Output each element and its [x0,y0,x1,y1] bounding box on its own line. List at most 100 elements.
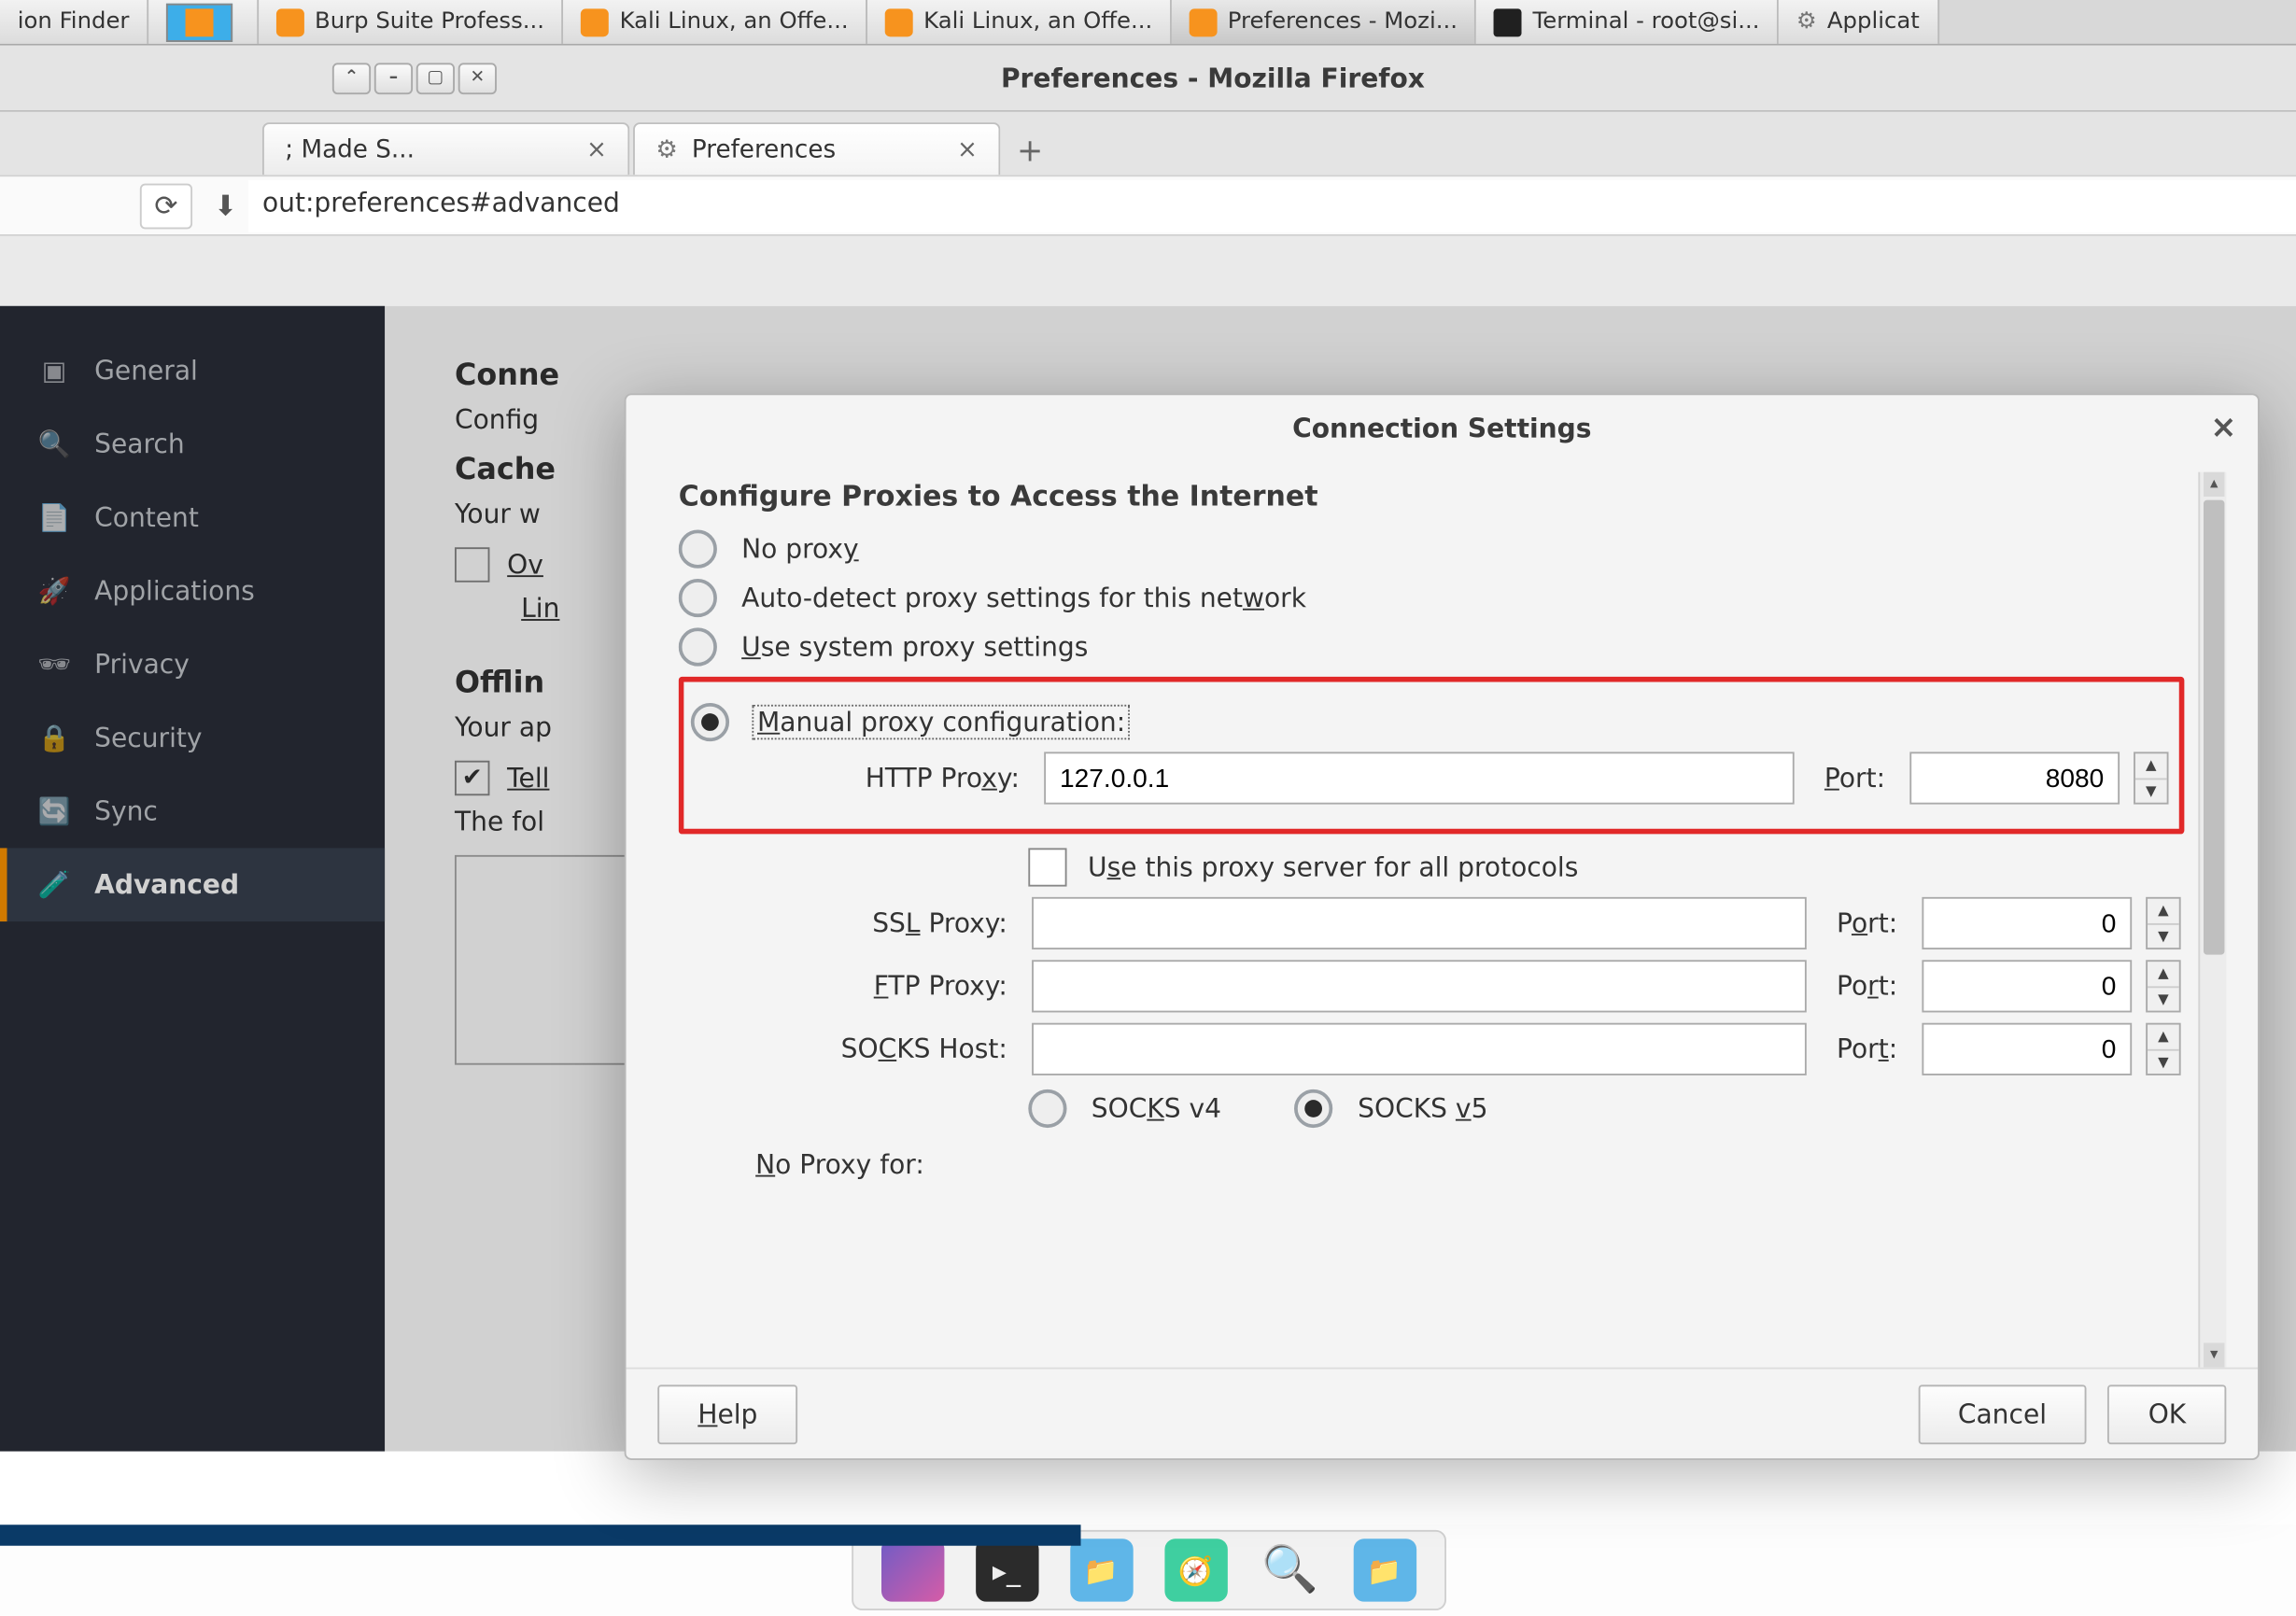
dock-item-browser[interactable]: 🧭 [1163,1539,1226,1601]
chevron-down-icon: ▼ [2148,987,2179,1010]
window-close-button[interactable]: ✕ [458,62,497,93]
no-proxy-for-label: No Proxy for: [755,1149,2184,1181]
reload-button[interactable]: ⟳ [140,183,192,229]
ssl-proxy-input[interactable] [1032,897,1807,949]
button-label: Cancel [1958,1398,2047,1429]
tab-label: Preferences [692,135,836,163]
connection-settings-dialog: Connection Settings × Configure Proxies … [625,393,2260,1460]
close-icon[interactable]: × [586,135,607,163]
plus-icon: + [1017,132,1043,168]
blue-strip [0,1525,1081,1545]
dock-item-files1[interactable]: 📁 [1069,1539,1132,1601]
sidebar-item-search[interactable]: 🔍Search [0,407,385,481]
sidebar-item-privacy[interactable]: 🕶Privacy [0,627,385,701]
radio-label: No proxy [741,533,859,565]
radio-socks5[interactable] [1295,1089,1333,1128]
ftp-port-spinner[interactable]: ▲▼ [2146,960,2180,1012]
taskbar-label: ion Finder [18,8,130,35]
taskbar-label: Kali Linux, an Offe... [620,8,849,35]
scroll-up-icon[interactable]: ▴ [2204,472,2224,497]
scroll-down-icon[interactable]: ▾ [2204,1342,2224,1367]
use-for-all-row[interactable]: Use this proxy server for all protocols [1028,848,2184,886]
ftp-port-label: Port: [1821,971,1909,1003]
taskbar-item-preferences[interactable]: Preferences - Mozi... [1172,0,1477,44]
firefox-icon [581,7,609,35]
taskbar-label: Applicat [1827,8,1920,35]
ftp-port-input[interactable] [1922,960,2132,1012]
sidebar-item-security[interactable]: 🔒Security [0,701,385,775]
sidebar-item-content[interactable]: 📄Content [0,481,385,555]
window-titlebar: ⌃ – ▢ ✕ Preferences - Mozilla Firefox [0,46,2296,112]
override-checkbox[interactable] [455,547,489,582]
http-port-spinner[interactable]: ▲▼ [2134,752,2168,804]
taskbar-item-applications[interactable]: ⚙Applicat [1779,0,1938,44]
dock-item-launcher[interactable] [880,1539,943,1601]
radio-no-proxy[interactable]: No proxy [679,530,2185,569]
sidebar-item-label: Content [94,502,199,534]
dialog-footer: Help Cancel OK [627,1368,2259,1458]
chevron-up-icon: ▲ [2148,899,2179,924]
browser-tab-made[interactable]: ; Made S... × [262,122,629,175]
socks-port-input[interactable] [1922,1023,2132,1075]
use-for-all-checkbox[interactable] [1028,848,1066,886]
general-icon: ▣ [38,355,70,386]
ssl-port-spinner[interactable]: ▲▼ [2146,897,2180,949]
tab-label: ; Made S... [285,135,415,163]
sidebar-item-applications[interactable]: 🚀Applications [0,555,385,628]
tell-checkbox[interactable]: ✔ [455,761,489,795]
downloads-icon[interactable]: ⬇ [203,189,248,222]
close-icon[interactable]: × [957,135,978,163]
radio-label: Auto-detect proxy settings for this netw… [741,583,1306,614]
dock-item-terminal[interactable]: ▸_ [975,1539,1037,1601]
radio-system-proxy[interactable]: Use system proxy settings [679,627,2185,666]
ssl-port-input[interactable] [1922,897,2132,949]
override-label: Ov [507,549,543,581]
applications-icon: 🚀 [38,575,70,607]
http-proxy-input[interactable] [1044,752,1795,804]
taskbar-item-kali1[interactable]: Kali Linux, an Offe... [564,0,868,44]
taskbar-thumbnail[interactable] [148,0,259,44]
browser-tab-preferences[interactable]: ⚙ Preferences × [633,122,1000,175]
window-minimize-button[interactable]: – [374,62,413,93]
socks-port-label: Port: [1821,1033,1909,1065]
window-up-button[interactable]: ⌃ [332,62,371,93]
ftp-proxy-label: FTP Proxy: [755,971,1018,1003]
taskbar-item-burp[interactable]: Burp Suite Profess... [259,0,564,44]
cancel-button[interactable]: Cancel [1918,1384,2087,1443]
chevron-down-icon: ▼ [2135,779,2167,802]
privacy-icon: 🕶 [38,649,70,681]
window-title: Preferences - Mozilla Firefox [497,62,2296,93]
firefox-icon [885,7,913,35]
taskbar-item-kali2[interactable]: Kali Linux, an Offe... [867,0,1172,44]
dock-item-search[interactable]: 🔍 [1259,1539,1321,1601]
socks-host-input[interactable] [1032,1023,1807,1075]
dialog-scrollbar[interactable]: ▴ ▾ [2198,472,2226,1368]
chevron-up-icon: ▲ [2148,962,2179,987]
taskbar-item-finder[interactable]: ion Finder [0,0,148,44]
dock-item-files2[interactable]: 📁 [1353,1539,1416,1601]
new-tab-button[interactable]: + [1004,126,1056,175]
sidebar-item-advanced[interactable]: 🧪Advanced [0,848,385,921]
sidebar-item-sync[interactable]: 🔄Sync [0,775,385,849]
ssl-port-label: Port: [1821,907,1909,939]
sidebar-item-label: General [94,355,198,386]
url-text: out:preferences#advanced [262,186,620,218]
scroll-thumb[interactable] [2204,500,2224,955]
url-input[interactable]: out:preferences#advanced [248,179,2296,232]
socks-port-spinner[interactable]: ▲▼ [2146,1023,2180,1075]
terminal-icon [1494,7,1522,35]
ftp-proxy-input[interactable] [1032,960,1807,1012]
radio-manual-proxy[interactable]: Manual proxy configuration: [691,703,2172,741]
taskbar-item-terminal[interactable]: Terminal - root@si... [1477,0,1780,44]
window-maximize-button[interactable]: ▢ [416,62,455,93]
advanced-icon: 🧪 [38,869,70,901]
ok-button[interactable]: OK [2108,1384,2227,1443]
radio-socks4[interactable] [1028,1089,1066,1128]
dialog-close-button[interactable]: × [2210,409,2236,445]
sidebar-item-general[interactable]: ▣ General [0,334,385,408]
http-port-input[interactable] [1909,752,2120,804]
radio-auto-detect[interactable]: Auto-detect proxy settings for this netw… [679,579,2185,617]
bottom-dock-area: ▸_ 📁 🧭 🔍 📁 [0,1525,2296,1615]
sync-icon: 🔄 [38,795,70,827]
help-button[interactable]: Help [657,1384,797,1443]
